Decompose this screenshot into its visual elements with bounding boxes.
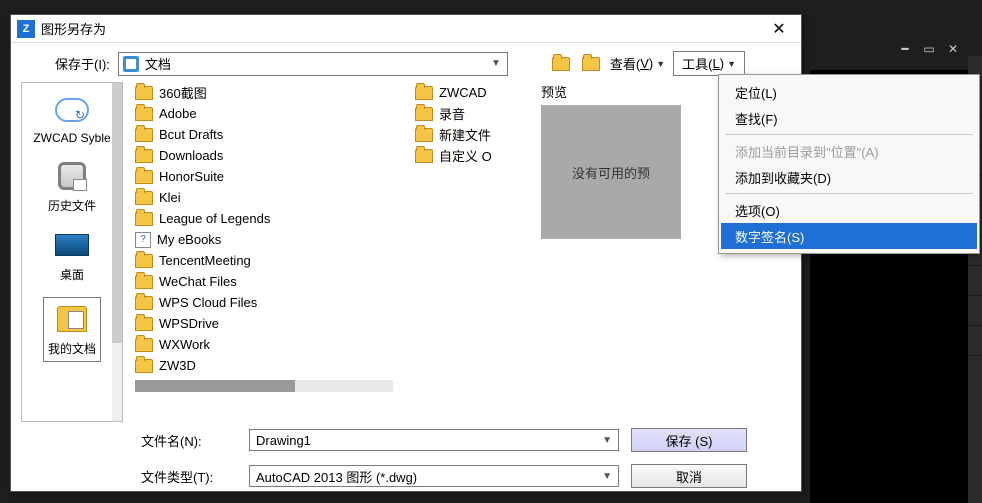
chm-file-icon (135, 232, 151, 248)
list-item[interactable]: My eBooks (133, 229, 413, 250)
chevron-down-icon[interactable]: ▼ (602, 471, 612, 482)
cad-tool[interactable] (968, 266, 982, 296)
save-button[interactable]: 保存 (S) (631, 428, 747, 452)
back-folder-button[interactable] (550, 54, 572, 74)
cad-window-controls: ━ ▭ ✕ (898, 42, 960, 56)
menu-item-options[interactable]: 选项(O) (721, 197, 977, 223)
documents-folder-icon (57, 306, 87, 332)
preview-label: 预览 (541, 82, 743, 101)
file-list-hscrollbar[interactable] (135, 380, 393, 392)
folder-icon (135, 212, 153, 226)
folder-icon (135, 86, 153, 100)
folder-icon (135, 338, 153, 352)
place-my-documents[interactable]: 我的文档 (43, 297, 101, 362)
places-bar: ZWCAD Syble 历史文件 桌面 我的文档 (21, 82, 123, 422)
filetype-label: 文件类型(T): (141, 467, 237, 486)
chevron-down-icon: ▼ (727, 59, 736, 69)
list-item[interactable]: 360截图 (133, 82, 413, 103)
list-item[interactable]: 新建文件 (413, 124, 533, 145)
folder-icon (135, 254, 153, 268)
list-item[interactable]: League of Legends (133, 208, 413, 229)
restore-icon[interactable]: ▭ (922, 42, 936, 56)
scrollbar-thumb[interactable] (112, 83, 122, 343)
folder-icon (415, 128, 433, 142)
place-desktop[interactable]: 桌面 (53, 228, 91, 283)
menu-item-locate[interactable]: 定位(L) (721, 79, 977, 105)
folder-icon (415, 149, 433, 163)
list-item[interactable]: WeChat Files (133, 271, 413, 292)
list-item[interactable]: 自定义 O (413, 145, 533, 166)
list-item[interactable]: WPS Cloud Files (133, 292, 413, 313)
filename-label: 文件名(N): (141, 431, 237, 450)
list-item[interactable]: ZWCAD (413, 82, 533, 103)
folder-icon (135, 191, 153, 205)
dialog-title: 图形另存为 (41, 19, 763, 38)
folder-icon (135, 128, 153, 142)
place-history[interactable]: 历史文件 (48, 159, 96, 214)
save-in-value: 文档 (145, 54, 489, 73)
folder-icon (135, 359, 153, 373)
chevron-down-icon[interactable]: ▼ (489, 58, 503, 69)
close-button[interactable]: ✕ (763, 17, 795, 41)
up-folder-button[interactable] (580, 54, 602, 74)
minimize-icon[interactable]: ━ (898, 42, 912, 56)
list-item[interactable]: ZW3D (133, 355, 413, 376)
filetype-combo[interactable]: AutoCAD 2013 图形 (*.dwg) ▼ (249, 465, 619, 487)
cloud-icon (55, 98, 89, 122)
place-zwcad-syble[interactable]: ZWCAD Syble (33, 93, 110, 145)
folder-icon (415, 107, 433, 121)
list-item[interactable]: Adobe (133, 103, 413, 124)
preview-panel: 没有可用的预 (541, 105, 681, 239)
cancel-button[interactable]: 取消 (631, 464, 747, 488)
tools-button[interactable]: 工具(L)▼ (673, 51, 745, 76)
folder-icon (135, 107, 153, 121)
list-item[interactable]: Klei (133, 187, 413, 208)
chevron-down-icon[interactable]: ▼ (602, 435, 612, 446)
folder-icon (135, 296, 153, 310)
list-item[interactable]: Downloads (133, 145, 413, 166)
file-list[interactable]: 360截图 Adobe Bcut Drafts Downloads HonorS… (133, 82, 791, 422)
history-icon (58, 162, 86, 190)
menu-item-digital-signature[interactable]: 数字签名(S) (721, 223, 977, 249)
save-in-combo[interactable]: 文档 ▼ (118, 52, 508, 76)
documents-icon (123, 56, 139, 72)
folder-icon (135, 149, 153, 163)
dialog-titlebar[interactable]: Z 图形另存为 ✕ (11, 15, 801, 43)
save-as-dialog: Z 图形另存为 ✕ 保存于(I): 文档 ▼ 查看(V)▼ 工具(L)▼ ZWC… (10, 14, 802, 492)
app-icon: Z (17, 20, 35, 38)
cad-tool[interactable] (968, 296, 982, 326)
view-button[interactable]: 查看(V)▼ (610, 54, 665, 73)
folder-icon (415, 86, 433, 100)
list-item[interactable]: WXWork (133, 334, 413, 355)
list-item[interactable]: WPSDrive (133, 313, 413, 334)
filename-input[interactable]: Drawing1 ▼ (249, 429, 619, 451)
menu-separator (725, 134, 973, 135)
list-item[interactable]: 录音 (413, 103, 533, 124)
tools-dropdown-menu: 定位(L) 查找(F) 添加当前目录到"位置"(A) 添加到收藏夹(D) 选项(… (718, 74, 980, 254)
menu-item-add-to-favorites[interactable]: 添加到收藏夹(D) (721, 164, 977, 190)
close-icon[interactable]: ✕ (946, 42, 960, 56)
list-item[interactable]: HonorSuite (133, 166, 413, 187)
menu-item-add-to-places: 添加当前目录到"位置"(A) (721, 138, 977, 164)
folder-icon (135, 317, 153, 331)
chevron-down-icon: ▼ (656, 59, 665, 69)
menu-item-find[interactable]: 查找(F) (721, 105, 977, 131)
list-item[interactable]: TencentMeeting (133, 250, 413, 271)
places-scrollbar[interactable] (112, 83, 122, 421)
scrollbar-thumb[interactable] (135, 380, 295, 392)
folder-icon (135, 275, 153, 289)
save-in-label: 保存于(I): (55, 54, 110, 73)
desktop-icon (55, 234, 89, 256)
menu-separator (725, 193, 973, 194)
folder-icon (135, 170, 153, 184)
cad-tool[interactable] (968, 326, 982, 356)
list-item[interactable]: Bcut Drafts (133, 124, 413, 145)
